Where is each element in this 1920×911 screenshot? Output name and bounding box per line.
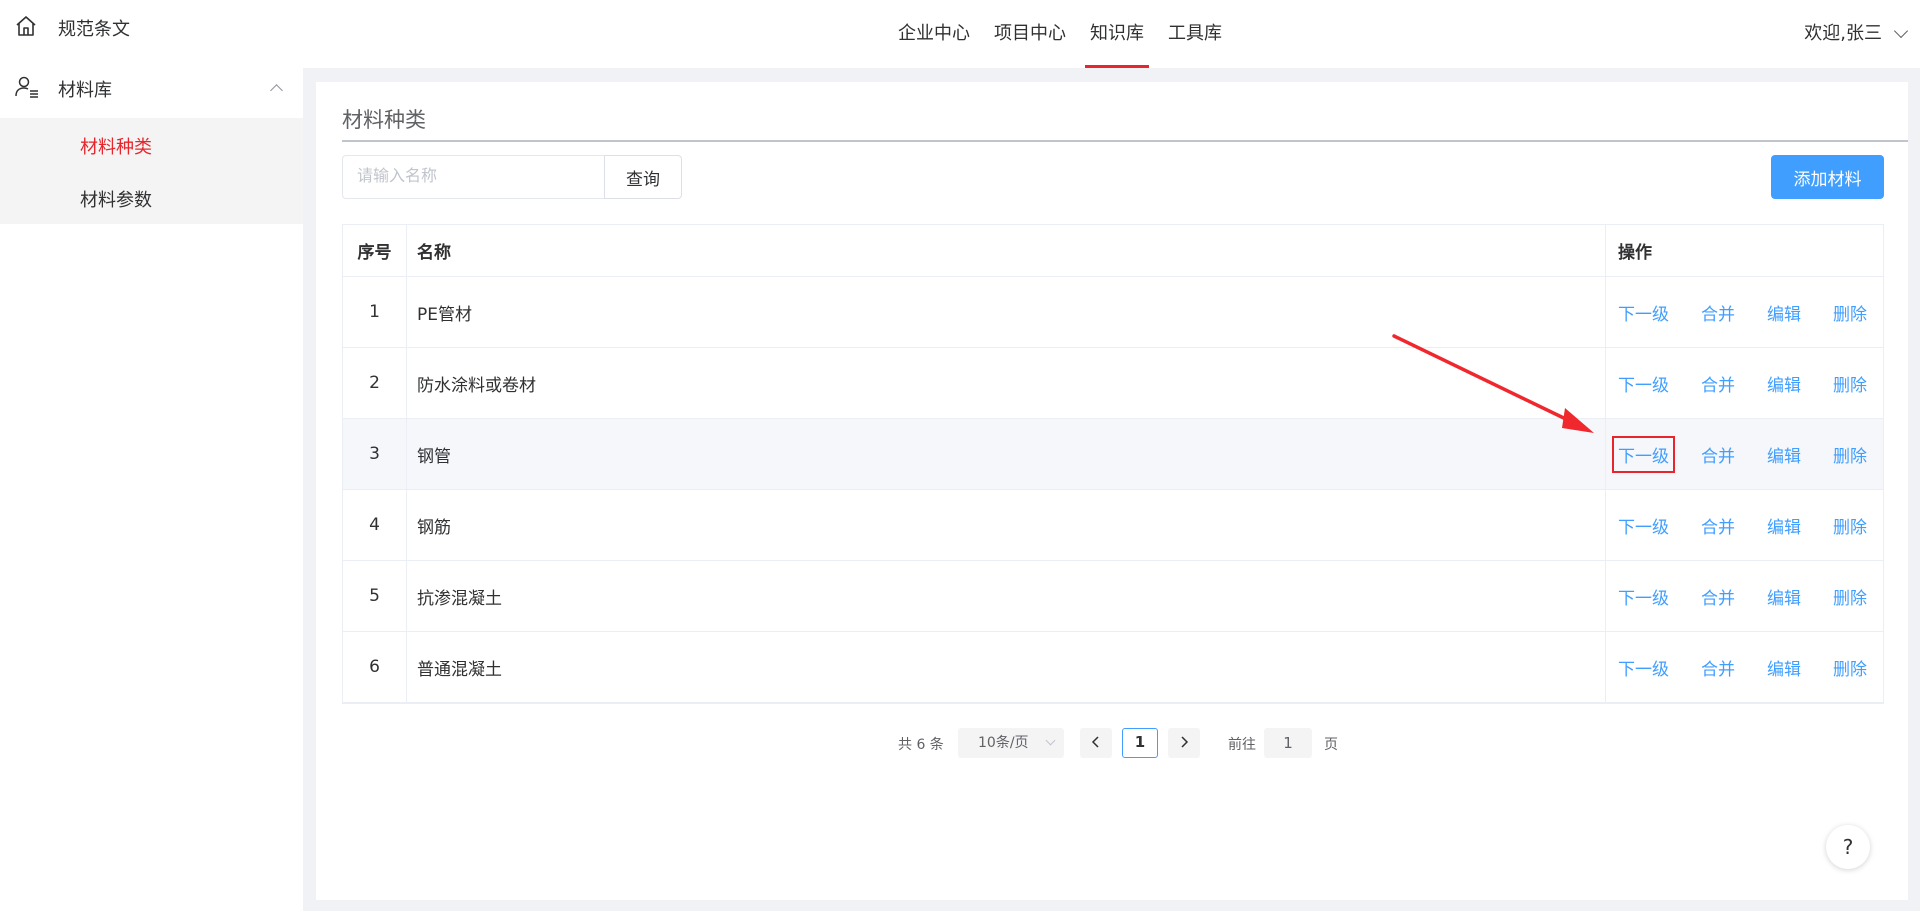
- page-title: 材料种类: [342, 108, 426, 132]
- delete-button[interactable]: 删除: [1833, 300, 1867, 325]
- materials-table: 序号 名称 操作 1 PE管材 下一级 合并 编辑 删除 2 防水涂料或卷材 下…: [342, 224, 1884, 704]
- row-actions: 下一级 合并 编辑 删除: [1606, 419, 1883, 489]
- delete-button[interactable]: 删除: [1833, 442, 1867, 467]
- page-size-value: 10条/页: [978, 735, 1029, 751]
- edit-button[interactable]: 编辑: [1767, 300, 1801, 325]
- row-name: 钢管: [407, 419, 1606, 489]
- table-row: 5 抗渗混凝土 下一级 合并 编辑 删除: [343, 561, 1883, 632]
- delete-button[interactable]: 删除: [1833, 655, 1867, 680]
- row-actions: 下一级 合并 编辑 删除: [1606, 348, 1883, 418]
- row-no: 5: [343, 561, 407, 631]
- row-actions: 下一级 合并 编辑 删除: [1606, 490, 1883, 560]
- sub-level-button[interactable]: 下一级: [1618, 584, 1669, 609]
- help-button[interactable]: ?: [1826, 825, 1870, 869]
- row-name: PE管材: [407, 277, 1606, 347]
- pagination: 共 6 条 10条/页 1 前往 1 页: [316, 728, 1908, 760]
- tab-project-center[interactable]: 项目中心: [982, 0, 1078, 68]
- row-actions: 下一级 合并 编辑 删除: [1606, 277, 1883, 347]
- tab-knowledge-base[interactable]: 知识库: [1078, 0, 1156, 68]
- tab-tool-library[interactable]: 工具库: [1156, 0, 1234, 68]
- delete-button[interactable]: 删除: [1833, 371, 1867, 396]
- sidebar-group-materials[interactable]: 材料库: [0, 75, 303, 103]
- delete-button[interactable]: 删除: [1833, 513, 1867, 538]
- edit-button[interactable]: 编辑: [1767, 584, 1801, 609]
- sub-level-button[interactable]: 下一级: [1618, 655, 1669, 680]
- row-no: 3: [343, 419, 407, 489]
- sub-level-button[interactable]: 下一级: [1618, 513, 1669, 538]
- sidebar-item-material-types[interactable]: 材料种类: [80, 133, 152, 159]
- sub-level-button[interactable]: 下一级: [1618, 371, 1669, 396]
- sidebar-item-label: 规范条文: [58, 19, 130, 40]
- chevron-right-icon: [1181, 736, 1189, 748]
- sidebar-item-material-params[interactable]: 材料参数: [80, 186, 152, 212]
- goto-page-input[interactable]: 1: [1264, 728, 1312, 758]
- row-no: 6: [343, 632, 407, 702]
- prev-page-button[interactable]: [1080, 728, 1112, 758]
- table-row: 6 普通混凝土 下一级 合并 编辑 删除: [343, 632, 1883, 703]
- current-page-button[interactable]: 1: [1122, 728, 1158, 758]
- chevron-down-icon: [1045, 735, 1056, 746]
- row-name: 钢筋: [407, 490, 1606, 560]
- page-size-select[interactable]: 10条/页: [958, 728, 1064, 758]
- sidebar-group-label: 材料库: [58, 80, 112, 101]
- page-suffix: 页: [1324, 737, 1338, 753]
- user-list-icon: [14, 75, 40, 104]
- row-name: 普通混凝土: [407, 632, 1606, 702]
- home-icon: [14, 14, 38, 43]
- edit-button[interactable]: 编辑: [1767, 655, 1801, 680]
- delete-button[interactable]: 删除: [1833, 584, 1867, 609]
- tab-enterprise-center[interactable]: 企业中心: [886, 0, 982, 68]
- merge-button[interactable]: 合并: [1701, 584, 1735, 609]
- top-nav: 企业中心 项目中心 知识库 工具库: [886, 0, 1234, 68]
- merge-button[interactable]: 合并: [1701, 655, 1735, 680]
- search-input[interactable]: [342, 155, 604, 199]
- add-material-button[interactable]: 添加材料: [1771, 155, 1884, 199]
- sidebar-item-regulations[interactable]: 规范条文: [0, 14, 303, 42]
- row-no: 1: [343, 277, 407, 347]
- user-menu[interactable]: 欢迎,张三: [1804, 0, 1909, 68]
- row-no: 2: [343, 348, 407, 418]
- header-name: 名称: [407, 225, 1606, 276]
- row-name: 抗渗混凝土: [407, 561, 1606, 631]
- table-row-highlighted: 3 钢管 下一级 合并 编辑 删除: [343, 419, 1883, 490]
- title-divider: [342, 140, 1908, 142]
- pagination-total: 共 6 条: [898, 737, 944, 753]
- merge-button[interactable]: 合并: [1701, 513, 1735, 538]
- chevron-left-icon: [1091, 736, 1099, 748]
- row-actions: 下一级 合并 编辑 删除: [1606, 632, 1883, 702]
- next-page-button[interactable]: [1168, 728, 1200, 758]
- row-no: 4: [343, 490, 407, 560]
- table-row: 1 PE管材 下一级 合并 编辑 删除: [343, 277, 1883, 348]
- table-header-row: 序号 名称 操作: [343, 225, 1883, 277]
- table-row: 2 防水涂料或卷材 下一级 合并 编辑 删除: [343, 348, 1883, 419]
- row-actions: 下一级 合并 编辑 删除: [1606, 561, 1883, 631]
- merge-button[interactable]: 合并: [1701, 371, 1735, 396]
- goto-label: 前往: [1228, 737, 1256, 753]
- header-no: 序号: [343, 225, 407, 276]
- main-card: 材料种类 查询 添加材料 序号 名称 操作 1 PE管材 下一级 合并 编辑 删…: [316, 82, 1908, 900]
- sub-level-button[interactable]: 下一级: [1612, 435, 1675, 473]
- chevron-down-icon: [1893, 23, 1909, 39]
- row-name: 防水涂料或卷材: [407, 348, 1606, 418]
- edit-button[interactable]: 编辑: [1767, 513, 1801, 538]
- merge-button[interactable]: 合并: [1701, 442, 1735, 467]
- user-greeting: 欢迎,张三: [1804, 23, 1882, 44]
- query-button[interactable]: 查询: [604, 155, 682, 199]
- edit-button[interactable]: 编辑: [1767, 442, 1801, 467]
- table-row: 4 钢筋 下一级 合并 编辑 删除: [343, 490, 1883, 561]
- edit-button[interactable]: 编辑: [1767, 371, 1801, 396]
- header-ops: 操作: [1618, 243, 1652, 263]
- sub-level-button[interactable]: 下一级: [1618, 300, 1669, 325]
- merge-button[interactable]: 合并: [1701, 300, 1735, 325]
